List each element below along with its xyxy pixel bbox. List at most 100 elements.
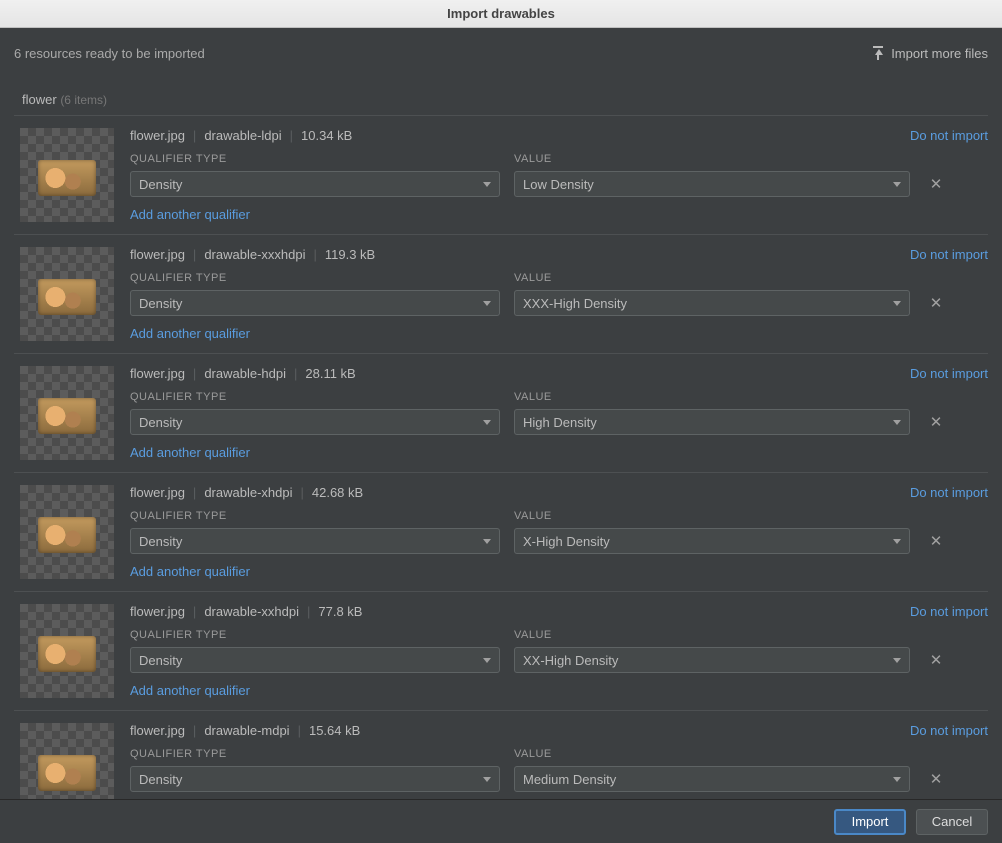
remove-qualifier-button[interactable]: ✕ [924, 529, 948, 553]
items-list: flower.jpg | drawable-ldpi | 10.34 kB Do… [14, 116, 988, 799]
close-icon: ✕ [930, 415, 943, 430]
thumbnail [20, 128, 114, 222]
qualifier-type-label: QUALIFIER TYPE [130, 153, 500, 165]
upload-icon [871, 46, 885, 60]
resource-item: flower.jpg | drawable-ldpi | 10.34 kB Do… [14, 116, 988, 235]
bottom-bar: Import Cancel [0, 799, 1002, 843]
remove-qualifier-button[interactable]: ✕ [924, 648, 948, 672]
chevron-down-icon [483, 182, 491, 187]
qualifier-type-label: QUALIFIER TYPE [130, 629, 500, 641]
chevron-down-icon [483, 658, 491, 663]
file-info-line: flower.jpg | drawable-xxxhdpi | 119.3 kB [130, 247, 375, 262]
resource-item: flower.jpg | drawable-xxhdpi | 77.8 kB D… [14, 592, 988, 711]
add-qualifier-link[interactable]: Add another qualifier [130, 683, 988, 698]
cancel-button-label: Cancel [932, 814, 972, 829]
add-qualifier-link[interactable]: Add another qualifier [130, 564, 988, 579]
value-label: VALUE [514, 391, 884, 403]
import-button-label: Import [852, 814, 889, 829]
file-name: flower.jpg [130, 723, 185, 738]
thumbnail [20, 485, 114, 579]
qualifier-selected-value: X-High Density [523, 534, 610, 549]
resource-item: flower.jpg | drawable-xhdpi | 42.68 kB D… [14, 473, 988, 592]
file-name: flower.jpg [130, 604, 185, 619]
qualifier-value-select[interactable]: High Density [514, 409, 910, 435]
chevron-down-icon [893, 420, 901, 425]
qualifier-type-select[interactable]: Density [130, 290, 500, 316]
do-not-import-link[interactable]: Do not import [910, 723, 988, 738]
value-label: VALUE [514, 629, 884, 641]
qualifier-type-label: QUALIFIER TYPE [130, 510, 500, 522]
chevron-down-icon [483, 420, 491, 425]
group-header: flower (6 items) [14, 78, 988, 115]
file-size: 77.8 kB [318, 604, 362, 619]
qualifier-type-select[interactable]: Density [130, 528, 500, 554]
folder-name: drawable-xxhdpi [204, 604, 299, 619]
qualifier-type-select[interactable]: Density [130, 766, 500, 792]
import-button[interactable]: Import [834, 809, 906, 835]
add-qualifier-link[interactable]: Add another qualifier [130, 326, 988, 341]
qualifier-selected-value: High Density [523, 415, 597, 430]
file-name: flower.jpg [130, 128, 185, 143]
value-label: VALUE [514, 272, 884, 284]
cancel-button[interactable]: Cancel [916, 809, 988, 835]
window-title-bar: Import drawables [0, 0, 1002, 28]
qualifier-type-value: Density [139, 296, 182, 311]
resource-item: flower.jpg | drawable-hdpi | 28.11 kB Do… [14, 354, 988, 473]
qualifier-type-label: QUALIFIER TYPE [130, 391, 500, 403]
close-icon: ✕ [930, 772, 943, 787]
qualifier-type-select[interactable]: Density [130, 171, 500, 197]
qualifier-type-label: QUALIFIER TYPE [130, 748, 500, 760]
file-size: 10.34 kB [301, 128, 352, 143]
close-icon: ✕ [930, 534, 943, 549]
chevron-down-icon [483, 777, 491, 782]
qualifier-type-value: Density [139, 177, 182, 192]
qualifier-type-label: QUALIFIER TYPE [130, 272, 500, 284]
file-name: flower.jpg [130, 247, 185, 262]
do-not-import-link[interactable]: Do not import [910, 128, 988, 143]
qualifier-selected-value: Low Density [523, 177, 594, 192]
close-icon: ✕ [930, 296, 943, 311]
import-status: 6 resources ready to be imported [14, 46, 205, 61]
import-more-files-button[interactable]: Import more files [871, 46, 988, 61]
qualifier-type-select[interactable]: Density [130, 409, 500, 435]
folder-name: drawable-xhdpi [204, 485, 292, 500]
close-icon: ✕ [930, 653, 943, 668]
qualifier-type-value: Density [139, 653, 182, 668]
chevron-down-icon [893, 301, 901, 306]
file-name: flower.jpg [130, 485, 185, 500]
qualifier-value-select[interactable]: Low Density [514, 171, 910, 197]
qualifier-value-select[interactable]: XXX-High Density [514, 290, 910, 316]
window-title: Import drawables [447, 6, 555, 21]
qualifier-type-select[interactable]: Density [130, 647, 500, 673]
value-label: VALUE [514, 153, 884, 165]
thumbnail [20, 366, 114, 460]
qualifier-type-value: Density [139, 415, 182, 430]
add-qualifier-link[interactable]: Add another qualifier [130, 207, 988, 222]
do-not-import-link[interactable]: Do not import [910, 604, 988, 619]
file-size: 15.64 kB [309, 723, 360, 738]
value-label: VALUE [514, 510, 884, 522]
qualifier-value-select[interactable]: X-High Density [514, 528, 910, 554]
remove-qualifier-button[interactable]: ✕ [924, 172, 948, 196]
chevron-down-icon [893, 777, 901, 782]
remove-qualifier-button[interactable]: ✕ [924, 767, 948, 791]
add-qualifier-link[interactable]: Add another qualifier [130, 445, 988, 460]
do-not-import-link[interactable]: Do not import [910, 366, 988, 381]
thumbnail [20, 247, 114, 341]
do-not-import-link[interactable]: Do not import [910, 485, 988, 500]
qualifier-type-value: Density [139, 772, 182, 787]
file-info-line: flower.jpg | drawable-xxhdpi | 77.8 kB [130, 604, 362, 619]
content-area: flower (6 items) flower.jpg | drawable-l… [0, 78, 1002, 799]
do-not-import-link[interactable]: Do not import [910, 247, 988, 262]
group-name: flower [22, 92, 57, 107]
qualifier-type-value: Density [139, 534, 182, 549]
qualifier-selected-value: XXX-High Density [523, 296, 627, 311]
qualifier-value-select[interactable]: XX-High Density [514, 647, 910, 673]
import-more-files-label: Import more files [891, 46, 988, 61]
qualifier-value-select[interactable]: Medium Density [514, 766, 910, 792]
remove-qualifier-button[interactable]: ✕ [924, 291, 948, 315]
toolbar: 6 resources ready to be imported Import … [0, 28, 1002, 78]
remove-qualifier-button[interactable]: ✕ [924, 410, 948, 434]
value-label: VALUE [514, 748, 884, 760]
resource-item: flower.jpg | drawable-mdpi | 15.64 kB Do… [14, 711, 988, 799]
